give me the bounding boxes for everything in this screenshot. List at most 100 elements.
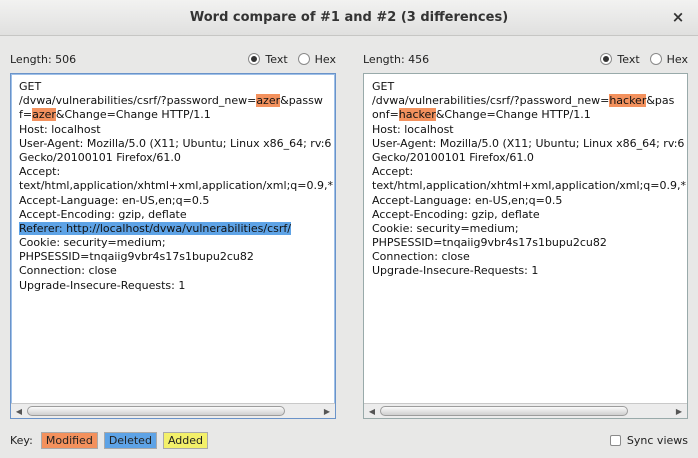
right-text-line: Accept: xyxy=(372,165,686,179)
right-text-radio[interactable]: Text xyxy=(600,52,640,66)
right-request-text: GET/dvwa/vulnerabilities/csrf/?password_… xyxy=(372,80,686,279)
left-view-mode: Text Hex xyxy=(248,53,336,66)
left-hex-radio[interactable]: Hex xyxy=(297,52,336,66)
text-segment: Accept-Encoding: gzip, deflate xyxy=(19,207,187,221)
left-text-line: Referer: http://localhost/dvwa/vulnerabi… xyxy=(19,221,333,236)
text-segment: Cookie: security=medium; xyxy=(372,221,519,235)
text-segment: Accept: xyxy=(372,165,414,179)
text-segment: PHPSESSID=tnqaiig9vbr4s17s1bupu2cu82 xyxy=(372,236,607,250)
left-horizontal-scrollbar[interactable]: ◀ ▶ xyxy=(11,403,335,418)
text-segment: Accept: xyxy=(19,165,61,179)
text-segment: Host: localhost xyxy=(372,122,454,136)
right-text-line: text/html,application/xhtml+xml,applicat… xyxy=(372,179,686,193)
text-segment: Accept-Encoding: gzip, deflate xyxy=(372,207,540,221)
right-text-line: Gecko/20100101 Firefox/61.0 xyxy=(372,151,686,165)
right-length-label: Length: 456 xyxy=(363,52,430,66)
left-request-text: GET/dvwa/vulnerabilities/csrf/?password_… xyxy=(19,80,333,293)
text-segment: &passw xyxy=(280,94,323,108)
left-text-line: Accept: xyxy=(19,165,333,179)
modified-segment: azer xyxy=(32,108,56,122)
right-hex-radio-label: Hex xyxy=(666,52,688,66)
deleted-segment: Referer: http://localhost/dvwa/vulnerabi… xyxy=(19,221,291,235)
right-scroll-thumb[interactable] xyxy=(380,406,628,416)
left-text-radio-label: Text xyxy=(265,52,288,66)
left-text-radio[interactable]: Text xyxy=(248,52,288,66)
key-modified-chip: Modified xyxy=(40,431,98,449)
text-segment: GET xyxy=(372,80,395,93)
right-text-line: Host: localhost xyxy=(372,123,686,137)
right-text-line: PHPSESSID=tnqaiig9vbr4s17s1bupu2cu82 xyxy=(372,236,686,250)
right-text-line: /dvwa/vulnerabilities/csrf/?password_new… xyxy=(372,94,686,108)
left-scroll-thumb[interactable] xyxy=(27,406,285,416)
right-horizontal-scrollbar[interactable]: ◀ ▶ xyxy=(364,403,687,418)
right-text-line: Cookie: security=medium; xyxy=(372,222,686,236)
text-segment: Accept-Language: en-US,en;q=0.5 xyxy=(372,193,563,207)
text-segment: Connection: close xyxy=(372,250,470,264)
left-text-line: /dvwa/vulnerabilities/csrf/?password_new… xyxy=(19,94,333,108)
text-segment: text/html,application/xhtml+xml,applicat… xyxy=(372,179,686,193)
sync-views-box[interactable] xyxy=(609,434,621,446)
text-segment: &Change=Change HTTP/1.1 xyxy=(55,108,211,122)
modified-segment: azer xyxy=(256,94,281,108)
text-segment: f= xyxy=(19,108,33,122)
right-text-line: Accept-Encoding: gzip, deflate xyxy=(372,208,686,222)
left-panel-header: Length: 506 Text Hex xyxy=(10,46,336,72)
text-segment: onf= xyxy=(372,108,399,122)
right-text-line: Accept-Language: en-US,en;q=0.5 xyxy=(372,194,686,208)
left-text-line: GET xyxy=(19,80,333,94)
left-length-label: Length: 506 xyxy=(10,52,77,66)
right-text-line: User-Agent: Mozilla/5.0 (X11; Ubuntu; Li… xyxy=(372,137,686,151)
text-segment: /dvwa/vulnerabilities/csrf/?password_new… xyxy=(372,94,610,108)
right-text-line: onf=hacker&Change=Change HTTP/1.1 xyxy=(372,108,686,122)
left-text-line: Connection: close xyxy=(19,264,333,278)
left-scroll-right-icon[interactable]: ▶ xyxy=(321,406,333,417)
left-text-radio-circle[interactable] xyxy=(248,53,261,65)
sync-views-label: Sync views xyxy=(626,433,688,447)
key-deleted-chip: Deleted xyxy=(103,431,157,449)
left-text-line: f=azer&Change=Change HTTP/1.1 xyxy=(19,108,333,122)
text-segment: Accept-Language: en-US,en;q=0.5 xyxy=(19,193,210,207)
right-panel-header: Length: 456 Text Hex xyxy=(363,46,688,72)
text-segment: Host: localhost xyxy=(19,122,101,136)
left-text-line: Gecko/20100101 Firefox/61.0 xyxy=(19,151,333,165)
text-segment: Cookie: security=medium; xyxy=(19,236,166,250)
sync-views-checkbox[interactable]: Sync views xyxy=(609,433,688,447)
footer: Key: Modified Deleted Added Sync views xyxy=(10,431,688,449)
modified-segment: hacker xyxy=(398,108,436,122)
left-text-area[interactable]: GET/dvwa/vulnerabilities/csrf/?password_… xyxy=(10,73,336,419)
text-segment: /dvwa/vulnerabilities/csrf/?password_new… xyxy=(19,94,257,108)
text-segment: &pas xyxy=(646,94,675,108)
text-segment: GET xyxy=(19,80,42,93)
text-segment: Gecko/20100101 Firefox/61.0 xyxy=(19,150,181,164)
text-segment: &Change=Change HTTP/1.1 xyxy=(435,108,591,122)
text-segment: Connection: close xyxy=(19,264,117,278)
left-text-line: Host: localhost xyxy=(19,123,333,137)
text-segment: Upgrade-Insecure-Requests: 1 xyxy=(19,278,186,292)
right-hex-radio-circle[interactable] xyxy=(649,53,662,65)
left-scroll-left-icon[interactable]: ◀ xyxy=(13,406,25,417)
right-text-line: GET xyxy=(372,80,686,94)
left-panel: Length: 506 Text Hex GET/dvwa/vulnerabil… xyxy=(10,46,336,419)
right-scroll-right-icon[interactable]: ▶ xyxy=(673,406,685,417)
left-hex-radio-circle[interactable] xyxy=(297,53,310,65)
right-text-area[interactable]: GET/dvwa/vulnerabilities/csrf/?password_… xyxy=(363,73,688,419)
right-scroll-left-icon[interactable]: ◀ xyxy=(366,406,378,417)
text-segment: Upgrade-Insecure-Requests: 1 xyxy=(372,264,539,278)
right-text-line: Connection: close xyxy=(372,250,686,264)
left-text-line: Cookie: security=medium; xyxy=(19,236,333,250)
text-segment: text/html,application/xhtml+xml,applicat… xyxy=(19,179,333,193)
right-text-line: Upgrade-Insecure-Requests: 1 xyxy=(372,264,686,278)
close-icon[interactable]: × xyxy=(670,9,686,25)
window-title: Word compare of #1 and #2 (3 differences… xyxy=(189,10,509,25)
text-segment: User-Agent: Mozilla/5.0 (X11; Ubuntu; Li… xyxy=(19,136,332,150)
text-segment: PHPSESSID=tnqaiig9vbr4s17s1bupu2cu82 xyxy=(19,250,254,264)
right-panel: Length: 456 Text Hex GET/dvwa/vulnerabil… xyxy=(363,46,688,419)
left-text-line: text/html,application/xhtml+xml,applicat… xyxy=(19,179,333,193)
text-segment: Gecko/20100101 Firefox/61.0 xyxy=(372,150,534,164)
right-text-radio-circle[interactable] xyxy=(600,53,613,65)
right-view-mode: Text Hex xyxy=(600,53,688,66)
left-hex-radio-label: Hex xyxy=(314,52,336,66)
right-text-radio-label: Text xyxy=(617,52,640,66)
text-segment: User-Agent: Mozilla/5.0 (X11; Ubuntu; Li… xyxy=(372,136,685,150)
right-hex-radio[interactable]: Hex xyxy=(649,52,688,66)
